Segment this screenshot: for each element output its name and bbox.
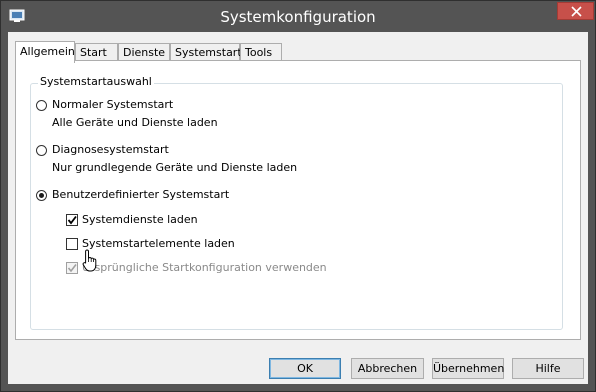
radio-normal-startup[interactable] [36,100,47,111]
radio-diagnostic-startup-label[interactable]: Diagnosesystemstart [52,143,169,156]
checkbox-use-original-boot-config-label[interactable]: Ursprüngliche Startkonfiguration verwend… [82,261,327,274]
window: Systemkonfiguration Allgemein Start Dien… [0,0,596,392]
tab-tools[interactable]: Tools [240,43,282,61]
tab-panel-allgemein: Systemstartauswahl Normaler Systemstart … [15,60,581,340]
checkbox-load-system-services-label[interactable]: Systemdienste laden [82,213,198,226]
diagnostic-startup-description: Nur grundlegende Geräte und Dienste lade… [52,161,298,174]
help-button[interactable]: Hilfe [512,358,584,379]
ok-button[interactable]: OK [269,358,341,379]
apply-button[interactable]: Übernehmen [432,358,504,379]
tab-dienste[interactable]: Dienste [118,43,170,61]
checkbox-load-startup-items[interactable] [66,238,78,250]
tab-systemstart[interactable]: Systemstart [170,43,242,61]
close-button[interactable] [557,2,594,20]
checkmark-icon [67,215,77,225]
radio-selected-dot [39,193,44,198]
checkbox-load-startup-items-label[interactable]: Systemstartelemente laden [82,237,235,250]
window-title: Systemkonfiguration [220,8,376,26]
tab-allgemein[interactable]: Allgemein [15,41,75,63]
hand-cursor-icon [82,249,97,272]
radio-selective-startup[interactable] [36,190,47,201]
startup-selection-group: Systemstartauswahl Normaler Systemstart … [30,75,563,330]
tab-start[interactable]: Start [75,43,118,61]
normal-startup-description: Alle Geräte und Dienste laden [52,116,218,129]
dialog-client-area: Allgemein Start Dienste Systemstart Tool… [8,32,588,384]
titlebar[interactable]: Systemkonfiguration [1,1,595,31]
radio-normal-startup-label[interactable]: Normaler Systemstart [52,98,173,111]
group-legend: Systemstartauswahl [38,75,154,88]
checkmark-icon [67,264,77,273]
checkbox-load-system-services[interactable] [66,214,78,226]
radio-selective-startup-label[interactable]: Benutzerdefinierter Systemstart [52,188,229,201]
close-icon [571,6,582,17]
cancel-button[interactable]: Abbrechen [351,358,424,379]
radio-diagnostic-startup[interactable] [36,145,47,156]
checkbox-use-original-boot-config[interactable] [66,262,78,274]
